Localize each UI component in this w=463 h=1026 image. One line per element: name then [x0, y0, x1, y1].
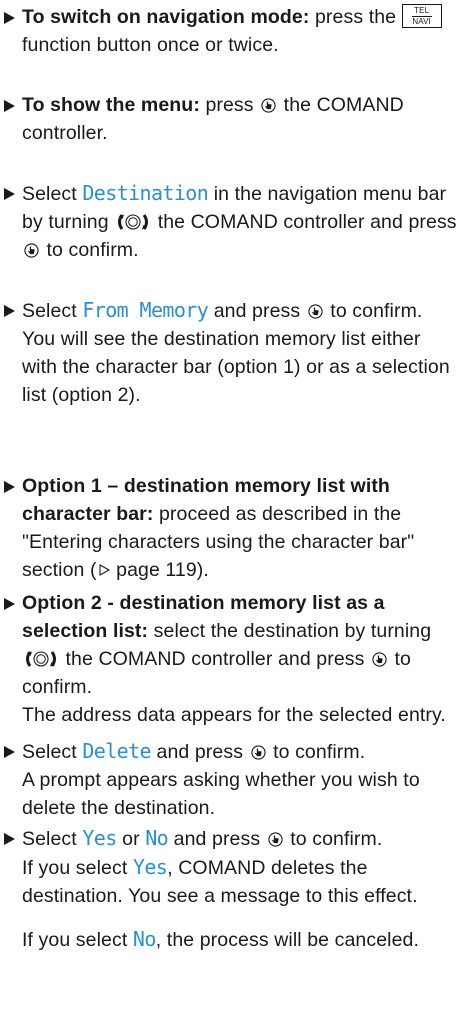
menu-item-destination: Destination	[82, 181, 209, 205]
controller-turn-icon	[24, 650, 58, 668]
step-heading: To switch on navigation mode:	[22, 6, 310, 28]
step-select-yes-no: Select Yes or No and press to confirm. I…	[0, 824, 458, 954]
step-option-1: Option 1 – destination memory list with …	[0, 472, 458, 584]
bullet-triangle-icon	[4, 481, 15, 493]
manual-page: To switch on navigation mode: press the …	[0, 0, 463, 1026]
menu-item-yes: Yes	[132, 855, 168, 879]
step-text: Select From Memory and press to confirm.…	[22, 296, 458, 409]
step-result-text: You will see the destination memory list…	[22, 328, 450, 406]
tel-navi-button-icon: TEL NAVI	[401, 4, 442, 28]
menu-item-no: No	[145, 826, 169, 850]
step-text: Select Yes or No and press to confirm. I…	[22, 824, 458, 954]
step-text: Option 2 - destination memory list as a …	[22, 589, 458, 729]
menu-item-delete: Delete	[82, 739, 151, 763]
controller-turn-icon	[116, 213, 150, 231]
step-select-destination: Select Destination in the navigation men…	[0, 179, 458, 264]
controller-press-icon	[268, 832, 283, 847]
step-text: Select Delete and press to confirm. A pr…	[22, 737, 458, 822]
bullet-triangle-icon	[4, 833, 15, 845]
step-text: To show the menu: press the COMAND contr…	[22, 94, 404, 144]
controller-press-icon	[251, 745, 266, 760]
step-text: Option 1 – destination memory list with …	[22, 475, 415, 581]
step-text: To switch on navigation mode: press the …	[22, 3, 458, 59]
bullet-triangle-icon	[4, 746, 15, 758]
bullet-triangle-icon	[4, 100, 15, 112]
step-result-text: The address data appears for the selecte…	[22, 704, 446, 726]
bullet-triangle-icon	[4, 188, 15, 200]
step-text: Select Destination in the navigation men…	[22, 181, 457, 261]
controller-press-icon	[372, 652, 387, 667]
menu-item-no: No	[132, 927, 156, 951]
controller-press-icon	[308, 304, 323, 319]
step-heading: To show the menu:	[22, 94, 200, 116]
bullet-triangle-icon	[4, 12, 15, 24]
menu-item-yes: Yes	[82, 826, 117, 850]
page-reference-link: page 119).	[110, 559, 209, 581]
step-option-2: Option 2 - destination memory list as a …	[0, 589, 458, 729]
step-result-no: If you select No, the process will be ca…	[22, 927, 420, 951]
controller-press-icon	[24, 243, 39, 258]
step-show-menu: To show the menu: press the COMAND contr…	[0, 91, 458, 147]
bullet-triangle-icon	[4, 598, 15, 610]
controller-press-icon	[261, 98, 276, 113]
bullet-triangle-icon	[4, 305, 15, 317]
step-select-from-memory: Select From Memory and press to confirm.…	[0, 296, 458, 409]
step-result-text: A prompt appears asking whether you wish…	[22, 769, 420, 819]
step-select-delete: Select Delete and press to confirm. A pr…	[0, 737, 458, 822]
page-reference-icon	[98, 564, 110, 576]
step-result-yes: If you select Yes, COMAND deletes the de…	[22, 855, 418, 907]
menu-item-from-memory: From Memory	[82, 298, 209, 322]
step-switch-navigation: To switch on navigation mode: press the …	[0, 3, 458, 59]
